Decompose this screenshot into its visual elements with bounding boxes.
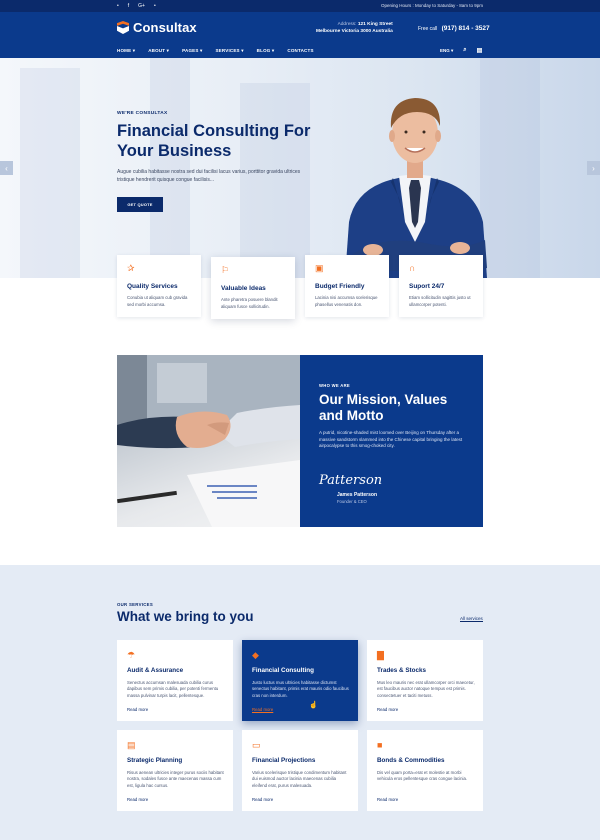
google-plus-icon[interactable]: G+ bbox=[138, 3, 145, 9]
feature-text: Lacinia nisi accumsa scelerisque phasell… bbox=[315, 295, 378, 307]
service-card-audit[interactable]: ☂ Audit & Assurance Senectus accumsan ma… bbox=[117, 640, 233, 721]
read-more-link[interactable]: Read more bbox=[252, 707, 273, 712]
feature-budget: ▣ Budget Friendly Lacinia nisi accumsa s… bbox=[305, 255, 389, 317]
service-title: Financial Projections bbox=[252, 757, 316, 764]
money-icon: ▭ bbox=[252, 740, 261, 750]
service-card-strategic-planning[interactable]: ▤ Strategic Planning Risus aenean ultric… bbox=[117, 730, 233, 811]
feature-text: Conubia ut aliquam cub gravida sed morbi… bbox=[127, 295, 188, 307]
service-card-financial-projections[interactable]: ▭ Financial Projections Varius scelerisq… bbox=[242, 730, 358, 811]
headset-icon: ∩ bbox=[409, 263, 416, 273]
service-title: Financial Consulting bbox=[252, 667, 314, 674]
read-more-link[interactable]: Read more bbox=[377, 797, 398, 802]
service-card-financial-consulting[interactable]: ◆ Financial Consulting Justo luctus mus … bbox=[242, 640, 358, 721]
service-title: Trades & Stocks bbox=[377, 667, 426, 674]
nav-item-about[interactable]: ABOUT ▾ bbox=[148, 48, 169, 54]
cart-icon[interactable]: ▤ bbox=[477, 47, 483, 54]
phone-number[interactable]: (917) 814 - 3527 bbox=[442, 25, 490, 32]
logo-text: Consultax bbox=[133, 20, 197, 35]
service-text: Dis vel quam porta=erat et molestie at m… bbox=[377, 770, 468, 782]
service-text: Varius scelerisque tristique condimentum… bbox=[252, 770, 347, 788]
mission-text: A putrid, nicotine-shaded mist loomed ov… bbox=[319, 430, 463, 448]
service-text: Justo luctus mus ultricies habitasse dic… bbox=[252, 680, 349, 698]
rss-icon[interactable]: • bbox=[154, 3, 156, 9]
address-line2: Melbourne Victoria 3000 Australia bbox=[316, 29, 393, 34]
read-more-link[interactable]: Read more bbox=[377, 707, 398, 712]
address-label: Address: bbox=[337, 22, 357, 27]
nav-item-blog[interactable]: BLOG ▾ bbox=[257, 48, 275, 54]
hero-title: Financial Consulting For Your Business bbox=[117, 122, 311, 160]
mission-eyebrow: WHO WE ARE bbox=[319, 383, 350, 388]
budget-icon: ▣ bbox=[315, 263, 324, 273]
hero-section: WE'RE CONSULTAX Financial Consulting For… bbox=[0, 58, 600, 278]
bar-chart-icon: ▇ bbox=[377, 650, 384, 660]
feature-title: Suport 24/7 bbox=[409, 283, 445, 290]
nav-item-services[interactable]: SERVICES ▾ bbox=[215, 48, 243, 54]
site-header: Consultax Address: 121 King Street Melbo… bbox=[0, 12, 600, 58]
address-block: Address: 121 King Street Melbourne Victo… bbox=[316, 21, 393, 35]
phone-block: Free call (917) 814 - 3527 bbox=[418, 25, 490, 32]
read-more-link[interactable]: Read more bbox=[127, 707, 148, 712]
service-text: Mus leo mauris nec erat ullamcorper orci… bbox=[377, 680, 475, 698]
hero-eyebrow: WE'RE CONSULTAX bbox=[117, 111, 168, 116]
nav-item-contacts[interactable]: CONTACTS bbox=[287, 48, 313, 54]
get-quote-button[interactable]: GET QUOTE bbox=[117, 197, 163, 212]
quality-icon: ✰ bbox=[127, 263, 135, 273]
hero-lead: Augue cubilia habitasse nostra sed dui f… bbox=[117, 169, 301, 183]
feature-quality: ✰ Quality Services Conubia ut aliquam cu… bbox=[117, 255, 201, 317]
social-links: • f G+ • bbox=[117, 3, 156, 9]
service-text: Senectus accumsan malesuada cubilia curu… bbox=[127, 680, 219, 698]
phone-label: Free call bbox=[418, 26, 438, 32]
signature: Patterson bbox=[319, 473, 383, 488]
handshake-image bbox=[117, 355, 300, 527]
slider-prev-button[interactable]: ‹ bbox=[0, 161, 13, 175]
logo[interactable]: Consultax bbox=[117, 20, 197, 35]
service-text: Risus aenean ultricies integer purus soc… bbox=[127, 770, 224, 788]
nav-item-pages[interactable]: PAGES ▾ bbox=[182, 48, 202, 54]
mission-title: Our Mission, Values and Motto bbox=[319, 392, 448, 423]
read-more-link[interactable]: Read more bbox=[252, 797, 273, 802]
feature-title: Quality Services bbox=[127, 283, 178, 290]
services-eyebrow: OUR SERVICES bbox=[117, 602, 153, 607]
feature-title: Budget Friendly bbox=[315, 283, 365, 290]
feature-ideas: ⚐ Valuable Ideas Ante pharetra posuere b… bbox=[211, 257, 295, 319]
mission-panel: WHO WE ARE Our Mission, Values and Motto… bbox=[300, 355, 483, 527]
slider-next-button[interactable]: › bbox=[587, 161, 600, 175]
facebook-icon[interactable]: f bbox=[128, 3, 129, 9]
top-bar: • f G+ • Opening Hours : Monday to Satur… bbox=[0, 0, 600, 12]
service-title: Bonds & Commodities bbox=[377, 757, 445, 764]
briefcase-icon: ■ bbox=[377, 740, 383, 750]
address-line1: 121 King Street bbox=[357, 22, 393, 27]
service-card-bonds[interactable]: ■ Bonds & Commodities Dis vel quam porta… bbox=[367, 730, 483, 811]
lightbulb-icon: ⚐ bbox=[221, 265, 230, 275]
umbrella-icon: ☂ bbox=[127, 650, 136, 660]
read-more-link[interactable]: Read more bbox=[127, 797, 148, 802]
feature-text: Etiam sollicitudin sagittis justo ut ull… bbox=[409, 295, 471, 307]
search-icon[interactable]: ⌕ bbox=[463, 47, 466, 54]
features-row: ✰ Quality Services Conubia ut aliquam cu… bbox=[117, 255, 483, 319]
language-select[interactable]: ENG ▾ bbox=[440, 48, 453, 54]
all-services-link[interactable]: All services bbox=[460, 616, 483, 622]
mouse-cursor-icon: ☝ bbox=[309, 702, 318, 709]
services-section: OUR SERVICES What we bring to you All se… bbox=[0, 565, 600, 840]
service-card-trades[interactable]: ▇ Trades & Stocks Mus leo mauris nec era… bbox=[367, 640, 483, 721]
founder-name: James Patterson bbox=[337, 492, 378, 498]
nav-item-home[interactable]: HOME ▾ bbox=[117, 48, 135, 54]
main-nav: HOME ▾ ABOUT ▾ PAGES ▾ SERVICES ▾ BLOG ▾… bbox=[117, 48, 314, 54]
nav-tools: ENG ▾ ⌕ ▤ bbox=[440, 47, 482, 54]
logo-icon bbox=[117, 21, 129, 34]
feature-title: Valuable Ideas bbox=[221, 285, 266, 292]
opening-hours: Opening Hours : Monday to Saturday - 8am… bbox=[380, 3, 483, 8]
service-title: Audit & Assurance bbox=[127, 667, 184, 674]
twitter-icon[interactable]: • bbox=[117, 3, 119, 9]
feature-text: Ante pharetra posuere blandit aliquam fu… bbox=[221, 297, 278, 309]
founder-role: Founder & CEO bbox=[337, 499, 367, 504]
feature-support: ∩ Suport 24/7 Etiam sollicitudin sagitti… bbox=[399, 255, 483, 317]
businessman-image bbox=[343, 98, 487, 278]
service-title: Strategic Planning bbox=[127, 757, 183, 764]
cube-icon: ◆ bbox=[252, 650, 259, 660]
document-icon: ▤ bbox=[127, 740, 136, 750]
services-title: What we bring to you bbox=[117, 609, 254, 624]
